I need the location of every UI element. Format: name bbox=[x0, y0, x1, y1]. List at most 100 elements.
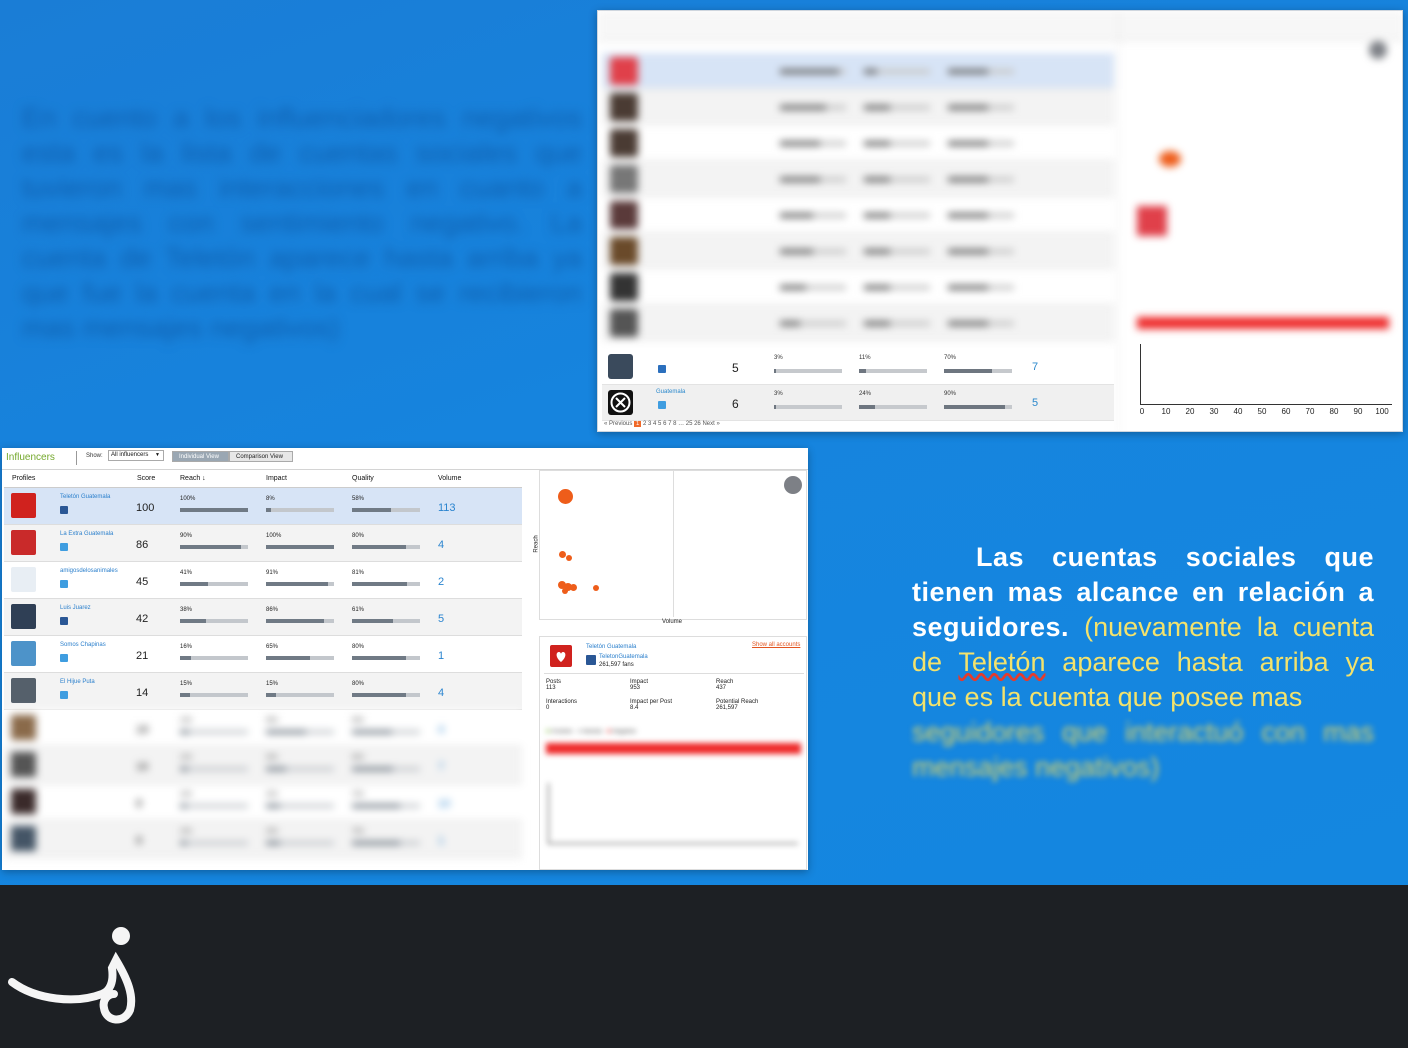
table-row[interactable]: La Extra Guatemala 86 90% 100% 80% 4 bbox=[4, 525, 522, 562]
show-all-accounts-link[interactable]: Show all accounts bbox=[752, 642, 800, 648]
impact-meter: 86% bbox=[266, 607, 334, 623]
profile-name-link[interactable]: Somos Chapinas bbox=[60, 642, 106, 648]
impact-value: 100% bbox=[266, 533, 282, 539]
impact-value: 86% bbox=[266, 607, 279, 613]
volume-link[interactable]: 4 bbox=[438, 539, 444, 551]
table-row[interactable]: El Hijue Puta 14 15% 15% 80% 4 bbox=[4, 673, 522, 710]
profile-name-link[interactable]: La Extra Guatemala bbox=[60, 531, 113, 537]
quality-value: 80% bbox=[352, 533, 365, 539]
impact-value: 65% bbox=[266, 644, 279, 650]
chart-divider bbox=[673, 471, 674, 617]
volume-link[interactable]: 113 bbox=[438, 502, 456, 514]
reach-meter: 3% bbox=[774, 355, 842, 373]
profile-name-link[interactable]: Teletón Guatemala bbox=[586, 644, 636, 650]
table-row: Guatemala 6 3% 24% 90% 5 bbox=[602, 385, 1114, 421]
influencers-table: Profiles Score Reach ↓ Impact Quality Vo… bbox=[4, 470, 522, 870]
chart-point[interactable] bbox=[562, 588, 568, 594]
column-header-impact[interactable]: Impact bbox=[266, 475, 287, 482]
reach-volume-chart: Reach bbox=[534, 470, 807, 620]
chart-point[interactable] bbox=[558, 489, 573, 504]
table-row bbox=[602, 197, 1114, 233]
volume-link[interactable]: 7 bbox=[1032, 361, 1038, 373]
volume-link[interactable]: 4 bbox=[438, 687, 444, 699]
top-screenshot: 5 3% 11% 70% 7 Guatemala 6 3% 24% 90% 5 … bbox=[597, 10, 1403, 432]
slide-description: Las cuentas sociales que tienen mas alca… bbox=[912, 540, 1374, 785]
impact-per-post-stat: Impact per Post 8.4 bbox=[630, 699, 673, 711]
profile-name-link[interactable]: El Hijue Puta bbox=[60, 679, 95, 685]
quality-value: 81% bbox=[352, 570, 365, 576]
column-header-profiles[interactable]: Profiles bbox=[12, 475, 35, 482]
chevron-down-icon: ▼ bbox=[155, 452, 160, 458]
page-links[interactable]: 2 3 4 5 6 7 8 … 25 26 bbox=[643, 421, 701, 427]
reach-meter: 90% bbox=[180, 533, 248, 549]
avatar bbox=[608, 354, 633, 379]
axis-tick-label: 50 bbox=[1257, 407, 1267, 416]
table-row bbox=[602, 53, 1114, 89]
chart-point[interactable] bbox=[593, 585, 599, 591]
table-row bbox=[602, 161, 1114, 197]
histogram-axis: 0 10 20 30 40 50 60 70 80 90 100 bbox=[1136, 344, 1392, 418]
facebook-icon bbox=[60, 506, 68, 514]
profile-handle-link[interactable]: TeletonGuatemala bbox=[599, 654, 648, 660]
impact-meter: 65% bbox=[266, 644, 334, 660]
impact-meter: 11% bbox=[859, 355, 927, 373]
impact-value: 15% bbox=[266, 681, 279, 687]
table-row: 5 3% 11% 70% 7 bbox=[602, 349, 1114, 385]
impact-meter: 24% bbox=[859, 391, 927, 409]
footer-bar bbox=[0, 885, 1408, 1048]
tab-comparison-view[interactable]: Comparison View bbox=[229, 451, 293, 462]
tab-individual-view[interactable]: Individual View bbox=[172, 451, 229, 462]
table-row bbox=[602, 89, 1114, 125]
score-value: 45 bbox=[136, 576, 149, 588]
quality-value: 70% bbox=[944, 355, 957, 361]
table-row bbox=[602, 125, 1114, 161]
impact-stat: Impact 953 bbox=[630, 679, 649, 691]
show-filter-value: All influencers bbox=[111, 452, 149, 458]
table-row[interactable]: Luis Juarez 42 38% 86% 61% 5 bbox=[4, 599, 522, 636]
chart-point[interactable] bbox=[559, 551, 566, 558]
score-value: 42 bbox=[136, 613, 149, 625]
quality-meter: 61% bbox=[352, 607, 420, 623]
volume-link[interactable]: 1 bbox=[438, 650, 444, 662]
impact-value: 11% bbox=[859, 355, 871, 361]
chart-point[interactable] bbox=[566, 555, 572, 561]
profile-name-link[interactable]: Guatemala bbox=[656, 389, 685, 395]
column-header-reach[interactable]: Reach ↓ bbox=[180, 475, 206, 482]
x-axis-line bbox=[1140, 404, 1392, 405]
table-row[interactable]: Somos Chapinas 21 16% 65% 80% 1 bbox=[4, 636, 522, 673]
axis-tick-label: 20 bbox=[1185, 407, 1195, 416]
table-row[interactable]: amigosdelosanimales 45 41% 91% 81% 2 bbox=[4, 562, 522, 599]
x-axis-label: Volume bbox=[662, 619, 683, 625]
previous-page-link[interactable]: « Previous bbox=[604, 421, 632, 427]
profile-name-link[interactable]: amigosdelosanimales bbox=[60, 568, 118, 574]
quality-value: 80% bbox=[352, 681, 365, 687]
sentiment-section-blurred: ■ Positive ■ Neutral ■ Negative bbox=[540, 725, 808, 870]
table-row[interactable]: Teletón Guatemala 100 100% 8% 58% 113 bbox=[4, 488, 522, 525]
volume-link[interactable]: 2 bbox=[438, 576, 444, 588]
divider bbox=[544, 673, 804, 674]
influencers-screenshot: Influencers Show: All influencers ▼ Indiv… bbox=[2, 448, 808, 870]
column-header-score[interactable]: Score bbox=[137, 475, 155, 482]
profile-name-link[interactable]: Teletón Guatemala bbox=[60, 494, 110, 500]
axis-tick-label: 10 bbox=[1161, 407, 1171, 416]
column-header-volume[interactable]: Volume bbox=[438, 475, 461, 482]
column-header-quality[interactable]: Quality bbox=[352, 475, 374, 482]
impact-meter: 8% bbox=[266, 496, 334, 512]
volume-link[interactable]: 5 bbox=[1032, 397, 1038, 409]
toolbar: Influencers Show: All influencers ▼ Indiv… bbox=[2, 448, 808, 470]
reach-value: 16% bbox=[180, 644, 193, 650]
axis-tick-label: 80 bbox=[1329, 407, 1339, 416]
blurred-rows: 18 13% 59% 59% 4 16 12% 30% 60% 7 8 10% 20% 70% 10 8… bbox=[4, 710, 522, 870]
reach-meter: 41% bbox=[180, 570, 248, 586]
show-filter-select[interactable]: All influencers ▼ bbox=[108, 450, 164, 461]
chart-options-button[interactable] bbox=[784, 476, 802, 494]
chart-point[interactable] bbox=[570, 584, 577, 591]
quality-value: 61% bbox=[352, 607, 365, 613]
next-page-link[interactable]: Next » bbox=[702, 421, 719, 427]
avatar bbox=[11, 641, 36, 666]
current-page[interactable]: 1 bbox=[634, 421, 642, 427]
volume-link[interactable]: 5 bbox=[438, 613, 444, 625]
quality-value: 80% bbox=[352, 644, 365, 650]
reach-value: 15% bbox=[180, 681, 193, 687]
profile-name-link[interactable]: Luis Juarez bbox=[60, 605, 91, 611]
